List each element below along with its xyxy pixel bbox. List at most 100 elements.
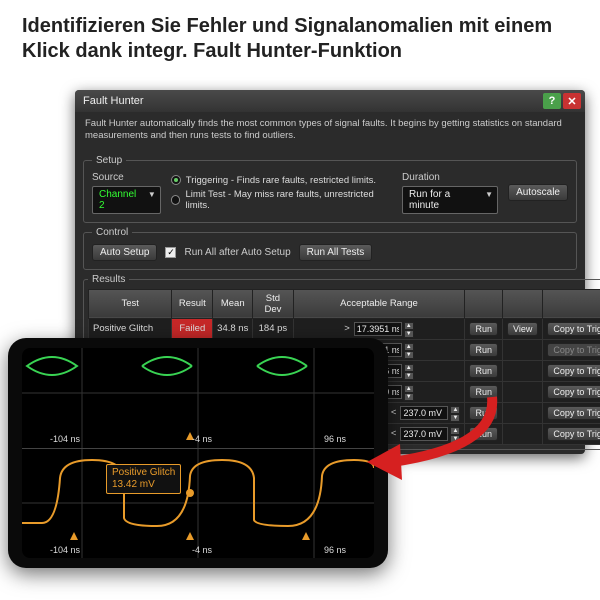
results-header: Mean xyxy=(213,289,253,318)
control-legend: Control xyxy=(92,227,132,238)
cell-run: Run xyxy=(465,381,503,402)
waveform-svg xyxy=(22,348,374,558)
range-input[interactable] xyxy=(354,322,402,336)
spin-down-icon[interactable]: ▼ xyxy=(404,372,414,380)
results-header xyxy=(465,289,503,318)
chevron-down-icon: ▼ xyxy=(148,190,156,199)
run-button[interactable]: Run xyxy=(469,427,498,441)
spin-up-icon[interactable]: ▲ xyxy=(404,343,414,351)
xaxis-bottom: -104 ns -4 ns 96 ns xyxy=(22,545,374,555)
glitch-callout: Positive Glitch 13.42 mV xyxy=(106,464,181,494)
results-header xyxy=(503,289,543,318)
auto-setup-button[interactable]: Auto Setup xyxy=(92,244,157,261)
cell-copy: Copy to Trig xyxy=(543,360,600,381)
results-header: Test xyxy=(89,289,172,318)
radio-limittest-label: Limit Test - May miss rare faults, unres… xyxy=(185,189,392,211)
results-legend: Results xyxy=(88,274,129,285)
cell-copy: Copy to Trig xyxy=(543,381,600,402)
spin-up-icon[interactable]: ▲ xyxy=(404,322,414,330)
headline: Identifizieren Sie Fehler und Signalanom… xyxy=(22,14,578,64)
spin-down-icon[interactable]: ▼ xyxy=(404,330,414,338)
dialog-description: Fault Hunter automatically finds the mos… xyxy=(75,112,585,151)
view-button[interactable]: View xyxy=(507,322,538,336)
results-header xyxy=(543,289,600,318)
cell-mean: 34.8 ns xyxy=(213,318,253,339)
run-button[interactable]: Run xyxy=(469,406,498,420)
run-button[interactable]: Run xyxy=(469,322,498,336)
cell-run: Run xyxy=(465,360,503,381)
spin-up-icon[interactable]: ▲ xyxy=(404,385,414,393)
cell-view xyxy=(503,423,543,444)
spin-down-icon[interactable]: ▼ xyxy=(404,393,414,401)
cell-view: View xyxy=(503,318,543,339)
results-header: Acceptable Range xyxy=(293,289,465,318)
setup-section: Setup Source Channel 2 ▼ Triggering - Fi… xyxy=(83,155,577,223)
range-spinner[interactable]: ▲▼ xyxy=(400,406,460,420)
duration-select[interactable]: Run for a minute ▼ xyxy=(402,186,498,214)
duration-label: Duration xyxy=(402,172,498,183)
cell-run: Run xyxy=(465,423,503,444)
cell-view xyxy=(503,402,543,423)
source-select[interactable]: Channel 2 ▼ xyxy=(92,186,161,214)
spin-up-icon[interactable]: ▲ xyxy=(450,406,460,414)
control-section: Control Auto Setup ✓ Run All after Auto … xyxy=(83,227,577,270)
autoscale-button[interactable]: Autoscale xyxy=(508,184,568,201)
xaxis-top: -104 ns -4 ns 96 ns xyxy=(22,434,374,444)
scope-area: -104 ns -4 ns 96 ns -104 ns -4 ns 96 ns … xyxy=(22,348,374,558)
spin-down-icon[interactable]: ▼ xyxy=(404,351,414,359)
close-button[interactable]: ✕ xyxy=(563,93,581,109)
spin-up-icon[interactable]: ▲ xyxy=(404,364,414,372)
xaxis-tick: 96 ns xyxy=(324,434,346,444)
cell-copy: Copy to Trig xyxy=(543,423,600,444)
titlebar: Fault Hunter ? ✕ xyxy=(75,90,585,112)
copy-to-trig-button[interactable]: Copy to Trig xyxy=(547,385,600,399)
cell-copy: Copy to Trig xyxy=(543,318,600,339)
duration-value: Run for a minute xyxy=(409,189,450,211)
dialog-title: Fault Hunter xyxy=(83,95,541,107)
xaxis-tick: -4 ns xyxy=(192,545,212,555)
copy-to-trig-button: Copy to Trig xyxy=(547,343,600,357)
radio-triggering-label: Triggering - Finds rare faults, restrict… xyxy=(186,175,376,186)
run-all-after-label: Run All after Auto Setup xyxy=(184,247,290,258)
run-all-after-checkbox[interactable]: ✓ xyxy=(165,247,176,258)
copy-to-trig-button[interactable]: Copy to Trig xyxy=(547,406,600,420)
help-button[interactable]: ? xyxy=(543,93,561,109)
run-button[interactable]: Run xyxy=(469,385,498,399)
spin-down-icon[interactable]: ▼ xyxy=(450,435,460,443)
radio-icon xyxy=(171,175,181,185)
cell-result: Failed xyxy=(172,318,213,339)
run-all-tests-button[interactable]: Run All Tests xyxy=(299,244,373,261)
xaxis-tick: -4 ns xyxy=(192,434,212,444)
chevron-down-icon: ▼ xyxy=(485,190,493,199)
cell-test: Positive Glitch xyxy=(89,318,172,339)
cell-run: Run xyxy=(465,402,503,423)
oscilloscope-panel: -104 ns -4 ns 96 ns -104 ns -4 ns 96 ns … xyxy=(8,338,388,568)
callout-title: Positive Glitch xyxy=(112,467,175,479)
radio-icon xyxy=(171,195,181,205)
radio-triggering[interactable]: Triggering - Finds rare faults, restrict… xyxy=(171,175,392,186)
range-spinner[interactable]: ▲▼ xyxy=(354,322,414,336)
scope-divider xyxy=(22,448,374,449)
copy-to-trig-button[interactable]: Copy to Trig xyxy=(547,364,600,378)
cell-view xyxy=(503,381,543,402)
run-button[interactable]: Run xyxy=(469,343,498,357)
range-spinner[interactable]: ▲▼ xyxy=(400,427,460,441)
xaxis-tick: -104 ns xyxy=(50,434,80,444)
cell-range: >▲▼ xyxy=(293,318,465,339)
copy-to-trig-button[interactable]: Copy to Trig xyxy=(547,427,600,441)
source-label: Source xyxy=(92,172,161,183)
xaxis-tick: -104 ns xyxy=(50,545,80,555)
copy-to-trig-button[interactable]: Copy to Trig xyxy=(547,322,600,336)
cell-copy: Copy to Trig xyxy=(543,339,600,360)
run-button[interactable]: Run xyxy=(469,364,498,378)
source-value: Channel 2 xyxy=(99,189,136,211)
range-input[interactable] xyxy=(400,406,448,420)
radio-limittest[interactable]: Limit Test - May miss rare faults, unres… xyxy=(171,189,392,211)
spin-up-icon[interactable]: ▲ xyxy=(450,427,460,435)
callout-value: 13.42 mV xyxy=(112,479,175,491)
range-input[interactable] xyxy=(400,427,448,441)
cell-std: 184 ps xyxy=(253,318,293,339)
cell-run: Run xyxy=(465,318,503,339)
glitch-marker-icon xyxy=(186,489,194,497)
spin-down-icon[interactable]: ▼ xyxy=(450,414,460,422)
